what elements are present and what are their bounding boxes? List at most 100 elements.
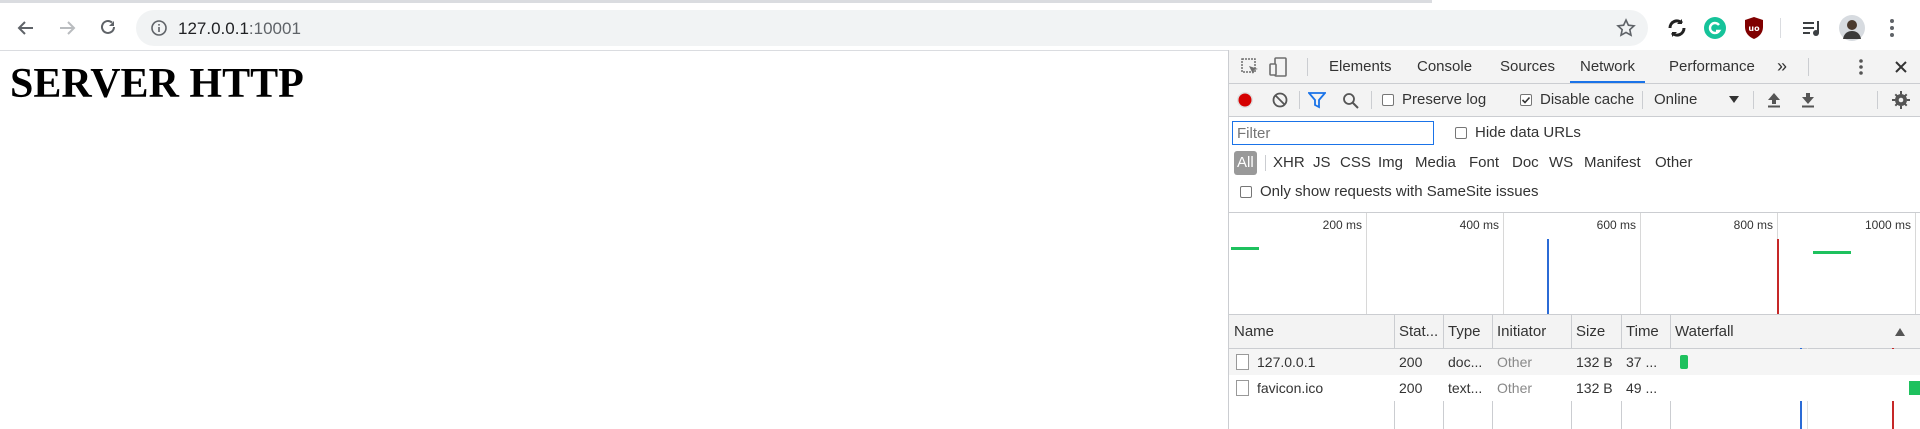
clear-icon[interactable] xyxy=(1272,92,1288,108)
devtools-menu-icon[interactable] xyxy=(1856,57,1866,77)
request-name: 127.0.0.1 xyxy=(1257,354,1316,370)
request-status: 200 xyxy=(1399,354,1423,370)
toolbar-separator xyxy=(1877,91,1878,109)
samesite-label: Only show requests with SameSite issues xyxy=(1260,183,1539,200)
profile-avatar[interactable] xyxy=(1839,15,1865,41)
column-time[interactable]: Time xyxy=(1626,315,1666,348)
dom-content-loaded-marker xyxy=(1547,239,1549,314)
tab-console[interactable]: Console xyxy=(1417,50,1472,83)
column-waterfall[interactable]: Waterfall xyxy=(1675,315,1795,348)
export-har-icon[interactable] xyxy=(1801,92,1815,108)
grammarly-extension-icon[interactable] xyxy=(1703,16,1727,40)
type-filter-xhr[interactable]: XHR xyxy=(1273,151,1305,175)
chrome-menu-icon[interactable] xyxy=(1880,16,1904,40)
bookmark-star-icon[interactable] xyxy=(1616,18,1636,38)
url-port: :10001 xyxy=(248,19,301,38)
column-divider xyxy=(1670,315,1671,348)
network-settings-gear-icon[interactable] xyxy=(1892,91,1910,109)
overview-tick-label: 600 ms xyxy=(1596,218,1636,232)
import-har-icon[interactable] xyxy=(1767,92,1781,108)
request-size: 132 B xyxy=(1576,380,1613,396)
request-initiator: Other xyxy=(1497,354,1533,370)
request-grid-header: Name Stat... Type Initiator Size Time Wa… xyxy=(1229,315,1920,349)
type-filter-ws[interactable]: WS xyxy=(1549,151,1573,175)
hide-data-urls-label: Hide data URLs xyxy=(1475,124,1581,141)
type-filter-manifest[interactable]: Manifest xyxy=(1584,151,1641,175)
column-divider xyxy=(1492,315,1493,348)
load-event-marker xyxy=(1777,239,1779,314)
request-type: text... xyxy=(1448,380,1483,396)
column-divider xyxy=(1443,315,1444,348)
devtools-tab-bar: Elements Console Sources Network Perform… xyxy=(1229,50,1920,84)
reload-button[interactable] xyxy=(94,14,122,42)
toolbar-separator xyxy=(1753,91,1754,109)
request-time: 37 ... xyxy=(1626,354,1658,370)
overview-request-bar xyxy=(1231,247,1259,250)
tab-strip-edge xyxy=(0,0,1432,3)
close-devtools-icon[interactable] xyxy=(1894,60,1908,74)
type-filter-img[interactable]: Img xyxy=(1378,151,1403,175)
device-toolbar-icon[interactable] xyxy=(1268,56,1290,78)
preserve-log-checkbox[interactable] xyxy=(1382,94,1394,106)
tab-bar-separator xyxy=(1307,58,1308,76)
sort-ascending-icon[interactable] xyxy=(1895,328,1905,336)
checkmark-icon xyxy=(1521,96,1531,104)
toolbar-separator xyxy=(1780,18,1781,38)
more-tabs-button[interactable]: » xyxy=(1777,50,1787,83)
type-filter-all[interactable]: All xyxy=(1234,151,1257,175)
dropdown-arrow-icon[interactable] xyxy=(1729,96,1739,104)
search-icon[interactable] xyxy=(1342,92,1359,109)
type-filter-media[interactable]: Media xyxy=(1415,151,1456,175)
overview-gridline xyxy=(1503,213,1504,314)
throttling-select[interactable]: Online xyxy=(1654,91,1697,108)
overview-tick-label: 200 ms xyxy=(1322,218,1362,232)
hide-data-urls-checkbox[interactable] xyxy=(1455,127,1467,139)
sync-extension-icon[interactable] xyxy=(1665,16,1689,40)
tab-bar-separator xyxy=(1808,58,1809,76)
column-divider xyxy=(1571,315,1572,348)
overview-request-bar xyxy=(1813,251,1851,254)
media-queue-icon[interactable] xyxy=(1800,16,1824,40)
forward-icon xyxy=(60,21,76,35)
record-icon[interactable] xyxy=(1236,91,1254,109)
request-row[interactable]: favicon.ico 200 text... Other 132 B 49 .… xyxy=(1229,375,1920,401)
column-size[interactable]: Size xyxy=(1576,315,1616,348)
request-size: 132 B xyxy=(1576,354,1613,370)
filter-input[interactable] xyxy=(1232,121,1434,145)
type-filter-other[interactable]: Other xyxy=(1655,151,1693,175)
inspect-element-icon[interactable] xyxy=(1240,57,1260,77)
back-button[interactable] xyxy=(12,14,40,42)
page-heading: SERVER HTTP xyxy=(10,61,304,107)
ublock-extension-icon[interactable]: uo xyxy=(1742,16,1766,40)
tab-performance[interactable]: Performance xyxy=(1669,50,1755,83)
back-icon xyxy=(17,21,33,35)
samesite-checkbox[interactable] xyxy=(1240,186,1252,198)
filter-funnel-icon[interactable] xyxy=(1308,92,1326,109)
disable-cache-checkbox[interactable] xyxy=(1520,94,1532,106)
devtools-panel: Elements Console Sources Network Perform… xyxy=(1228,50,1920,429)
type-filter-js[interactable]: JS xyxy=(1313,151,1331,175)
site-info-icon[interactable] xyxy=(150,19,168,37)
column-divider xyxy=(1394,315,1395,348)
tab-elements[interactable]: Elements xyxy=(1329,50,1392,83)
network-overview: 200 ms 400 ms 600 ms 800 ms 1000 ms xyxy=(1229,213,1920,315)
column-initiator[interactable]: Initiator xyxy=(1497,315,1567,348)
waterfall-bar xyxy=(1680,355,1688,369)
type-filter-separator xyxy=(1265,155,1266,171)
column-type[interactable]: Type xyxy=(1448,315,1488,348)
request-name: favicon.ico xyxy=(1257,380,1324,396)
tab-sources[interactable]: Sources xyxy=(1500,50,1555,83)
disable-cache-label: Disable cache xyxy=(1540,91,1635,108)
request-row[interactable]: 127.0.0.1 200 doc... Other 132 B 37 ... xyxy=(1229,349,1920,375)
type-filter-font[interactable]: Font xyxy=(1469,151,1499,175)
type-filter-css[interactable]: CSS xyxy=(1340,151,1371,175)
column-name[interactable]: Name xyxy=(1234,315,1394,348)
waterfall-bar xyxy=(1909,381,1920,395)
forward-button[interactable] xyxy=(53,14,81,42)
type-filter-doc[interactable]: Doc xyxy=(1512,151,1539,175)
tab-network[interactable]: Network xyxy=(1570,50,1646,83)
column-status[interactable]: Stat... xyxy=(1399,315,1439,348)
column-divider xyxy=(1621,315,1622,348)
overview-gridline xyxy=(1915,213,1916,314)
address-bar[interactable]: 127.0.0.1:10001 xyxy=(136,10,1648,46)
